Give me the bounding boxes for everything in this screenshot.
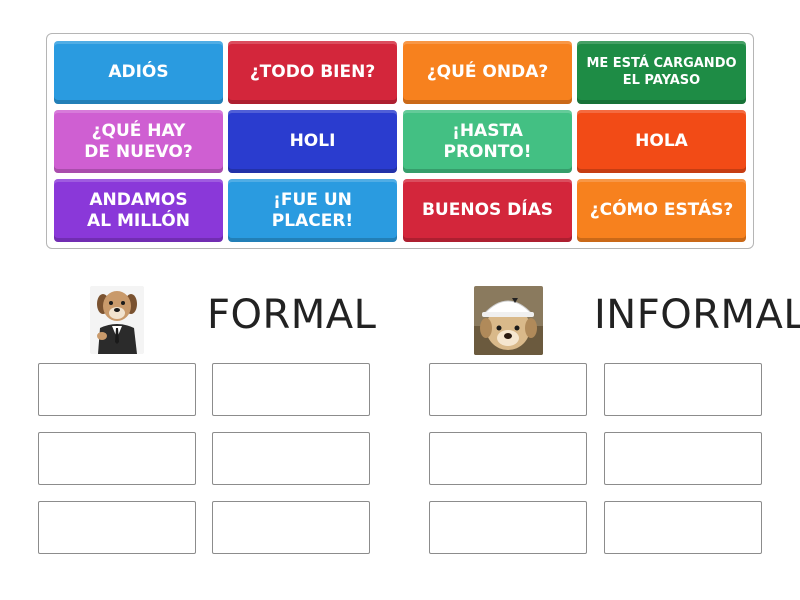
- answer-tile[interactable]: BUENOS DÍAS: [403, 179, 572, 242]
- answer-tile[interactable]: ¿QUÉ ONDA?: [403, 41, 572, 104]
- drop-slot-informal[interactable]: [429, 501, 587, 554]
- answer-tiles-panel: ADIÓS ¿TODO BIEN? ¿QUÉ ONDA? ME ESTÁ CAR…: [46, 33, 754, 249]
- answer-tile[interactable]: HOLI: [228, 110, 397, 173]
- answer-tile[interactable]: ADIÓS: [54, 41, 223, 104]
- drop-slot-informal[interactable]: [604, 432, 762, 485]
- answer-tile[interactable]: ¡FUE UN PLACER!: [228, 179, 397, 242]
- drop-slot-formal[interactable]: [38, 501, 196, 554]
- dog-in-suit-icon: [90, 286, 144, 354]
- category-title-formal: FORMAL: [207, 292, 377, 338]
- answer-tile[interactable]: ANDAMOS AL MILLÓN: [54, 179, 223, 242]
- drop-slot-informal[interactable]: [604, 363, 762, 416]
- dog-with-cap-icon: [474, 286, 543, 355]
- category-title-informal: INFORMAL: [594, 292, 800, 338]
- answer-tile[interactable]: HOLA: [577, 110, 746, 173]
- answer-tile[interactable]: ¿CÓMO ESTÁS?: [577, 179, 746, 242]
- answer-tile[interactable]: ¿QUÉ HAY DE NUEVO?: [54, 110, 223, 173]
- drop-slot-informal[interactable]: [604, 501, 762, 554]
- drop-slot-informal[interactable]: [429, 363, 587, 416]
- drop-slot-formal[interactable]: [212, 363, 370, 416]
- drop-slot-formal[interactable]: [212, 432, 370, 485]
- drop-slot-informal[interactable]: [429, 432, 587, 485]
- answer-tile[interactable]: ¡HASTA PRONTO!: [403, 110, 572, 173]
- answer-tile[interactable]: ¿TODO BIEN?: [228, 41, 397, 104]
- drop-slot-formal[interactable]: [38, 363, 196, 416]
- answer-tile[interactable]: ME ESTÁ CARGANDO EL PAYASO: [577, 41, 746, 104]
- drop-slot-formal[interactable]: [38, 432, 196, 485]
- drop-slot-formal[interactable]: [212, 501, 370, 554]
